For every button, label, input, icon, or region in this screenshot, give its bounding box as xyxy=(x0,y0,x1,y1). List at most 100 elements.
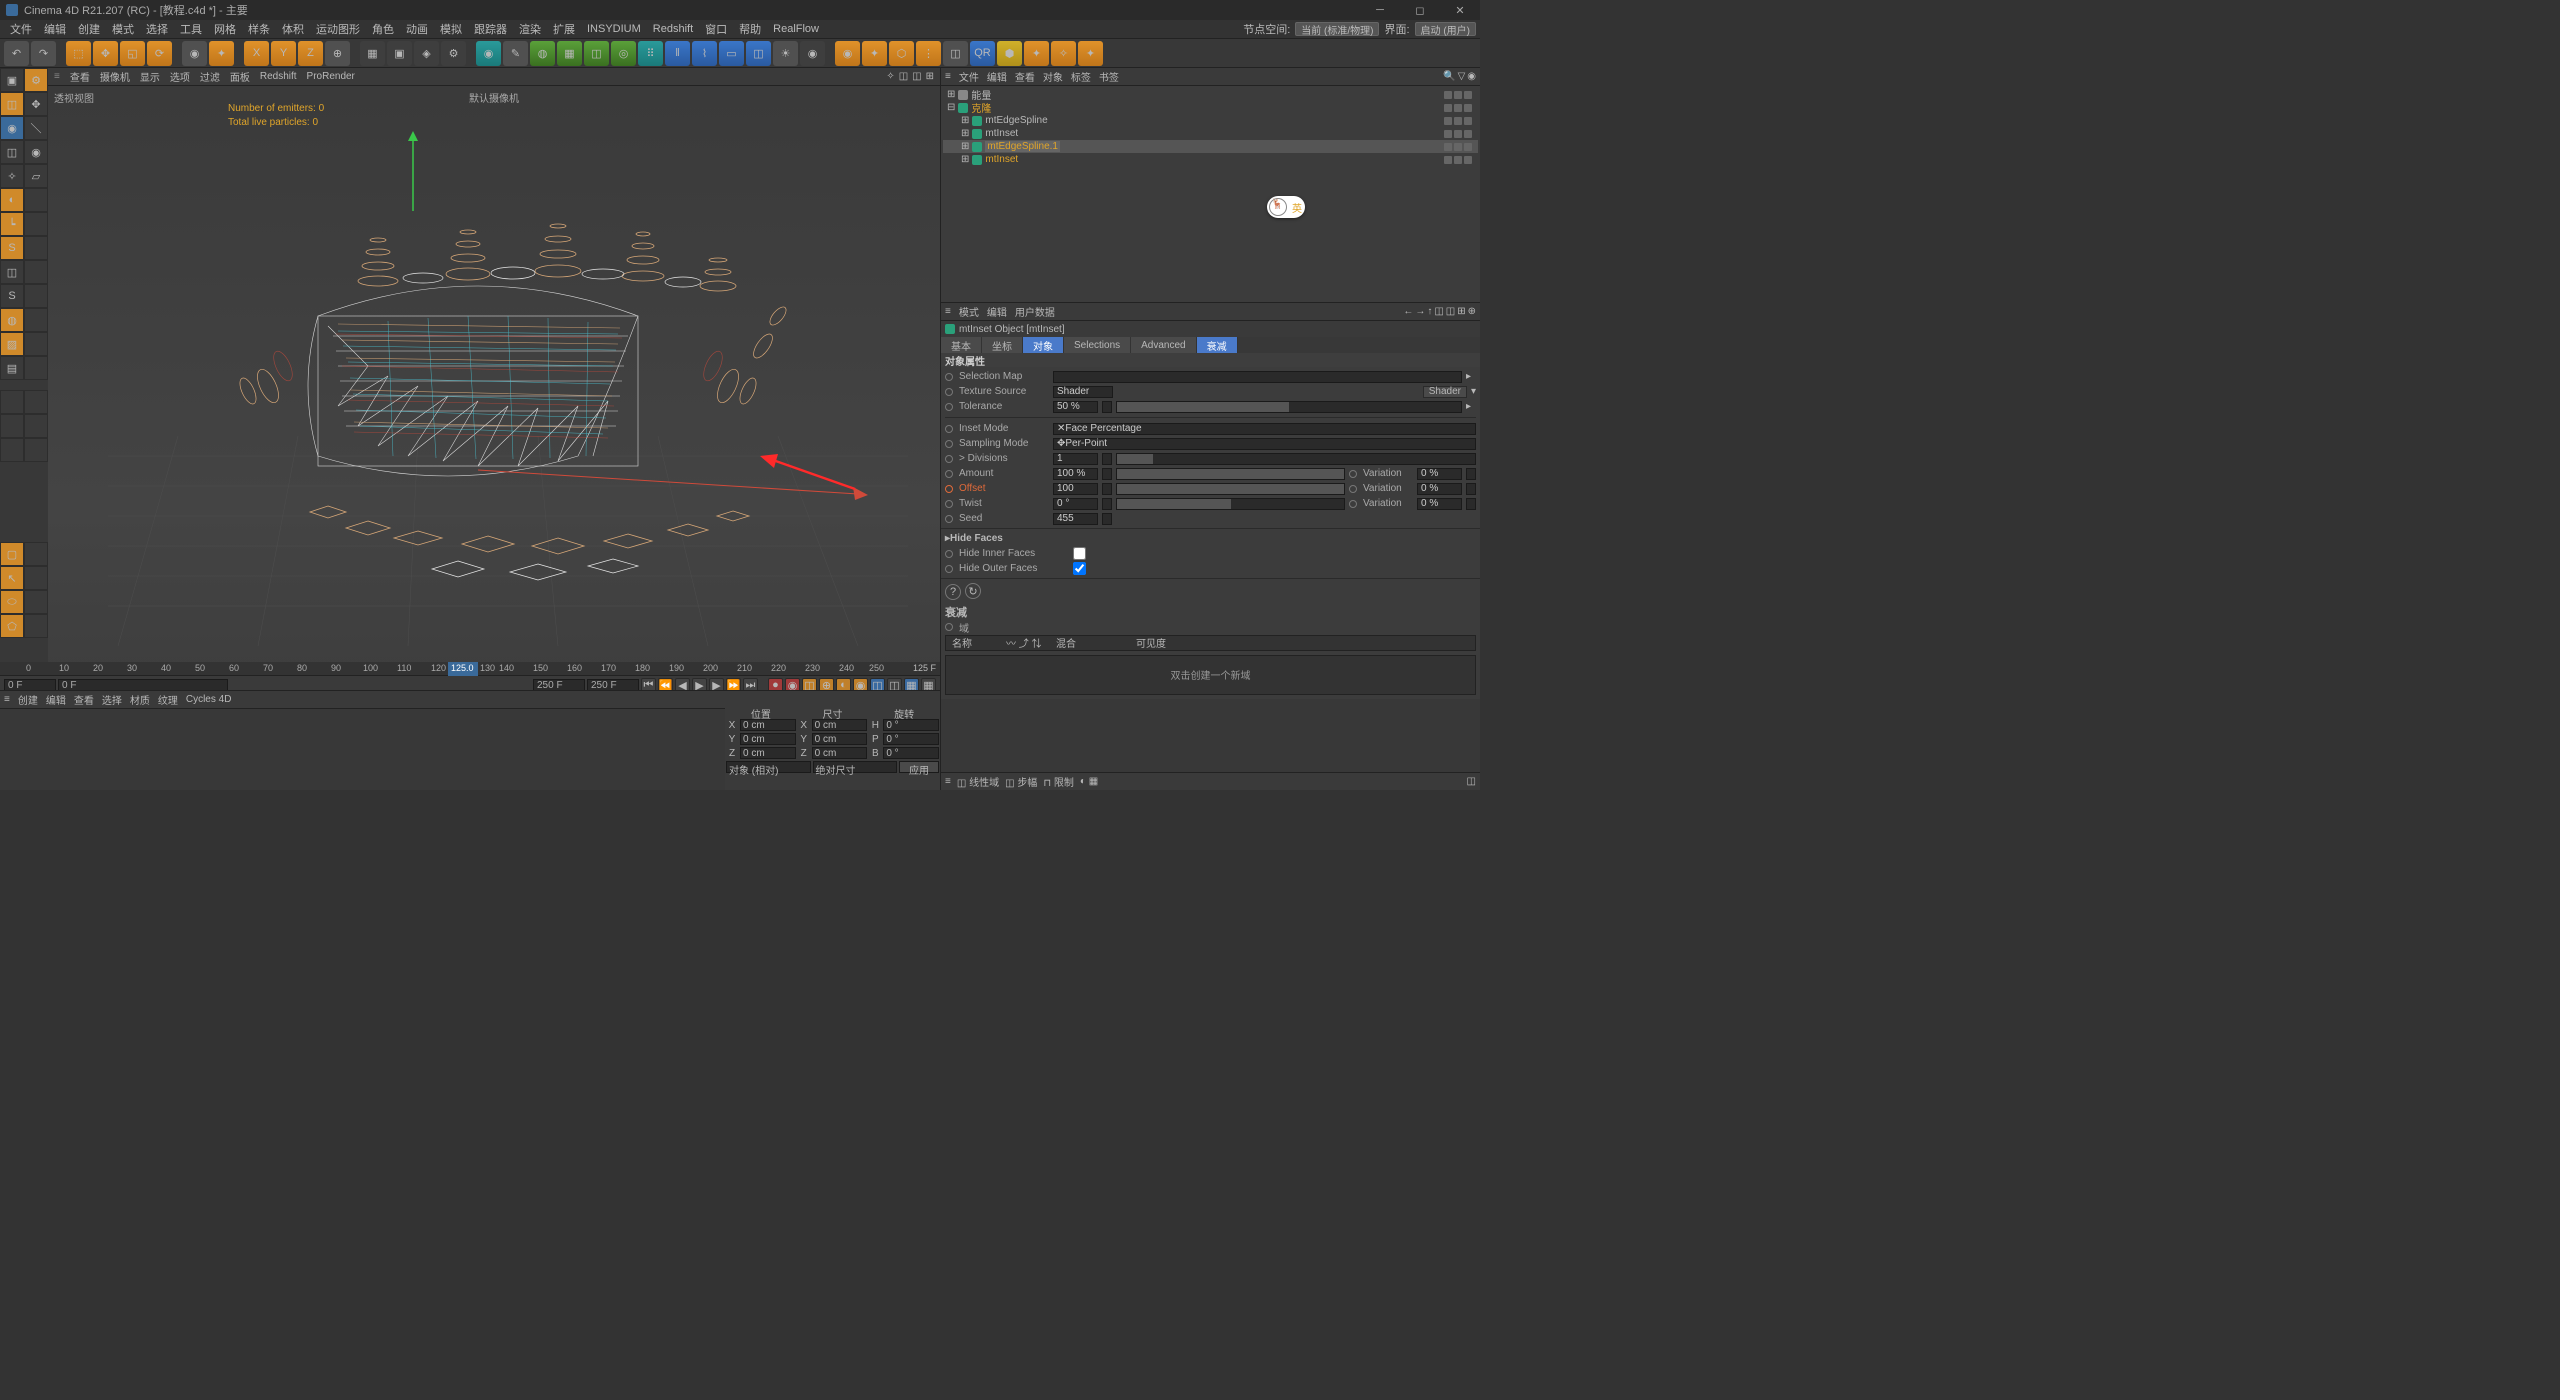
menu-character[interactable]: 角色 xyxy=(366,21,400,37)
coord-system[interactable]: ⊕ xyxy=(325,41,350,66)
bt-linear[interactable]: ◫ 线性域 xyxy=(957,774,999,789)
offset-slider[interactable] xyxy=(1116,483,1345,495)
om-filter-icon[interactable]: ▽ xyxy=(1458,71,1466,82)
rect-select[interactable]: ↖ xyxy=(0,566,24,590)
maximize-button[interactable]: ◻ xyxy=(1400,0,1440,20)
l19[interactable] xyxy=(24,614,48,638)
menu-tracker[interactable]: 跟踪器 xyxy=(468,21,513,37)
mm-cycles[interactable]: Cycles 4D xyxy=(186,694,232,705)
vp-nav-3[interactable]: ◫ xyxy=(912,71,921,82)
point-mode[interactable]: ◉ xyxy=(0,116,24,140)
xp-8[interactable]: ✦ xyxy=(1024,41,1049,66)
menu-spline[interactable]: 样条 xyxy=(242,21,276,37)
cube-primitive[interactable]: ◉ xyxy=(476,41,501,66)
size-z[interactable]: 0 cm xyxy=(812,747,868,759)
bt-limit[interactable]: ⊓ 限制 xyxy=(1043,774,1074,789)
camera-object[interactable]: ◫ xyxy=(746,41,771,66)
edge-mode[interactable]: ＼ xyxy=(24,116,48,140)
selection-map-field[interactable] xyxy=(1053,371,1462,383)
scale-tool[interactable]: ◱ xyxy=(120,41,145,66)
l11[interactable] xyxy=(24,390,48,414)
am-user[interactable]: 用户数据 xyxy=(1015,304,1055,319)
l10[interactable] xyxy=(0,390,24,414)
am-up[interactable]: ↑ xyxy=(1427,306,1432,317)
lasso-select[interactable]: ⬭ xyxy=(0,590,24,614)
menu-sim[interactable]: 模拟 xyxy=(434,21,468,37)
object-tree[interactable]: ⊞能量 ⊟克隆 ⊞mtEdgeSpline ⊞mtInset ⊞mtEdgeSp… xyxy=(941,86,1480,302)
falloff-circle-2[interactable]: ↻ xyxy=(965,583,981,599)
tab-object[interactable]: 对象 xyxy=(1023,337,1064,353)
z-axis-button[interactable]: Z xyxy=(298,41,323,66)
axis-lock[interactable]: ✦ xyxy=(209,41,234,66)
viewport-solo[interactable]: ◐ xyxy=(0,188,24,212)
tolerance-field[interactable]: 50 % xyxy=(1053,401,1098,413)
snap-grid[interactable]: ◫ xyxy=(0,260,24,284)
menu-window[interactable]: 窗口 xyxy=(699,21,733,37)
model-mode[interactable]: ▣ xyxy=(0,68,24,92)
offset-field[interactable]: 100 xyxy=(1053,483,1098,495)
vp-redshift[interactable]: Redshift xyxy=(260,71,297,82)
pos-y[interactable]: 0 cm xyxy=(740,733,796,745)
xp-2[interactable]: ✦ xyxy=(862,41,887,66)
rotate-tool[interactable]: ⟳ xyxy=(147,41,172,66)
rot-b[interactable]: 0 ° xyxy=(883,747,939,759)
recent-tool[interactable]: ◉ xyxy=(182,41,207,66)
snap-guide[interactable]: ▤ xyxy=(0,356,24,380)
snap-3d[interactable]: ◍ xyxy=(0,308,24,332)
boole-generator[interactable]: ◎ xyxy=(611,41,636,66)
vp-prorender[interactable]: ProRender xyxy=(307,71,355,82)
texture-source-select[interactable]: Shader xyxy=(1053,386,1113,398)
tab-selections[interactable]: Selections xyxy=(1064,337,1131,353)
size-y[interactable]: 0 cm xyxy=(812,733,868,745)
vp-nav-4[interactable]: ⊞ xyxy=(926,71,934,82)
select-tool[interactable]: ⬚ xyxy=(66,41,91,66)
l5[interactable] xyxy=(24,260,48,284)
xp-1[interactable]: ◉ xyxy=(835,41,860,66)
apply-button[interactable]: 应用 xyxy=(899,761,939,773)
offset-var[interactable]: 0 % xyxy=(1417,483,1462,495)
rot-h[interactable]: 0 ° xyxy=(883,719,939,731)
undo-button[interactable]: ↶ xyxy=(4,41,29,66)
timeline-ruler[interactable]: 125.0 0102030405060708090100110120130140… xyxy=(0,662,940,676)
om-obj[interactable]: 对象 xyxy=(1043,69,1063,84)
am-mode[interactable]: 模式 xyxy=(959,304,979,319)
xp-4[interactable]: ⋮ xyxy=(916,41,941,66)
cloner-mograph[interactable]: ⠿ xyxy=(638,41,663,66)
amount-field[interactable]: 100 % xyxy=(1053,468,1098,480)
rot-p[interactable]: 0 ° xyxy=(883,733,939,745)
falloff-circle-1[interactable]: ? xyxy=(945,584,961,600)
xp-qr[interactable]: QR xyxy=(970,41,995,66)
shader-button[interactable]: Shader xyxy=(1423,386,1467,398)
twist-slider[interactable] xyxy=(1116,498,1345,510)
menu-ext[interactable]: 扩展 xyxy=(547,21,581,37)
am-i3[interactable]: ⊞ xyxy=(1457,306,1465,317)
tab-coord[interactable]: 坐标 xyxy=(982,337,1023,353)
array-generator[interactable]: ▦ xyxy=(557,41,582,66)
xp-3[interactable]: ⬡ xyxy=(889,41,914,66)
tab-advanced[interactable]: Advanced xyxy=(1131,337,1196,353)
redo-button[interactable]: ↷ xyxy=(31,41,56,66)
l8[interactable] xyxy=(24,332,48,356)
vp-nav-2[interactable]: ◫ xyxy=(899,71,908,82)
timeline-marker[interactable]: 125.0 xyxy=(448,662,478,676)
am-lock[interactable]: ⊕ xyxy=(1468,306,1476,317)
xp-9[interactable]: ✧ xyxy=(1051,41,1076,66)
l15[interactable] xyxy=(24,438,48,462)
amount-slider[interactable] xyxy=(1116,468,1345,480)
twist-var[interactable]: 0 % xyxy=(1417,498,1462,510)
l13[interactable] xyxy=(24,414,48,438)
menu-select[interactable]: 选择 xyxy=(140,21,174,37)
amount-var[interactable]: 0 % xyxy=(1417,468,1462,480)
menu-realflow[interactable]: RealFlow xyxy=(767,23,825,35)
seed-field[interactable]: 455 xyxy=(1053,513,1098,525)
pos-z[interactable]: 0 cm xyxy=(740,747,796,759)
xp-7[interactable]: ⬢ xyxy=(997,41,1022,66)
divisions-slider[interactable] xyxy=(1116,453,1476,465)
menu-help[interactable]: 帮助 xyxy=(733,21,767,37)
menu-create[interactable]: 创建 xyxy=(72,21,106,37)
am-back[interactable]: ← xyxy=(1403,306,1413,317)
bt-extra[interactable]: ◐ ▦ xyxy=(1080,776,1098,787)
om-edit[interactable]: 编辑 xyxy=(987,69,1007,84)
poly-select[interactable]: ⬠ xyxy=(0,614,24,638)
move-tool[interactable]: ✥ xyxy=(93,41,118,66)
